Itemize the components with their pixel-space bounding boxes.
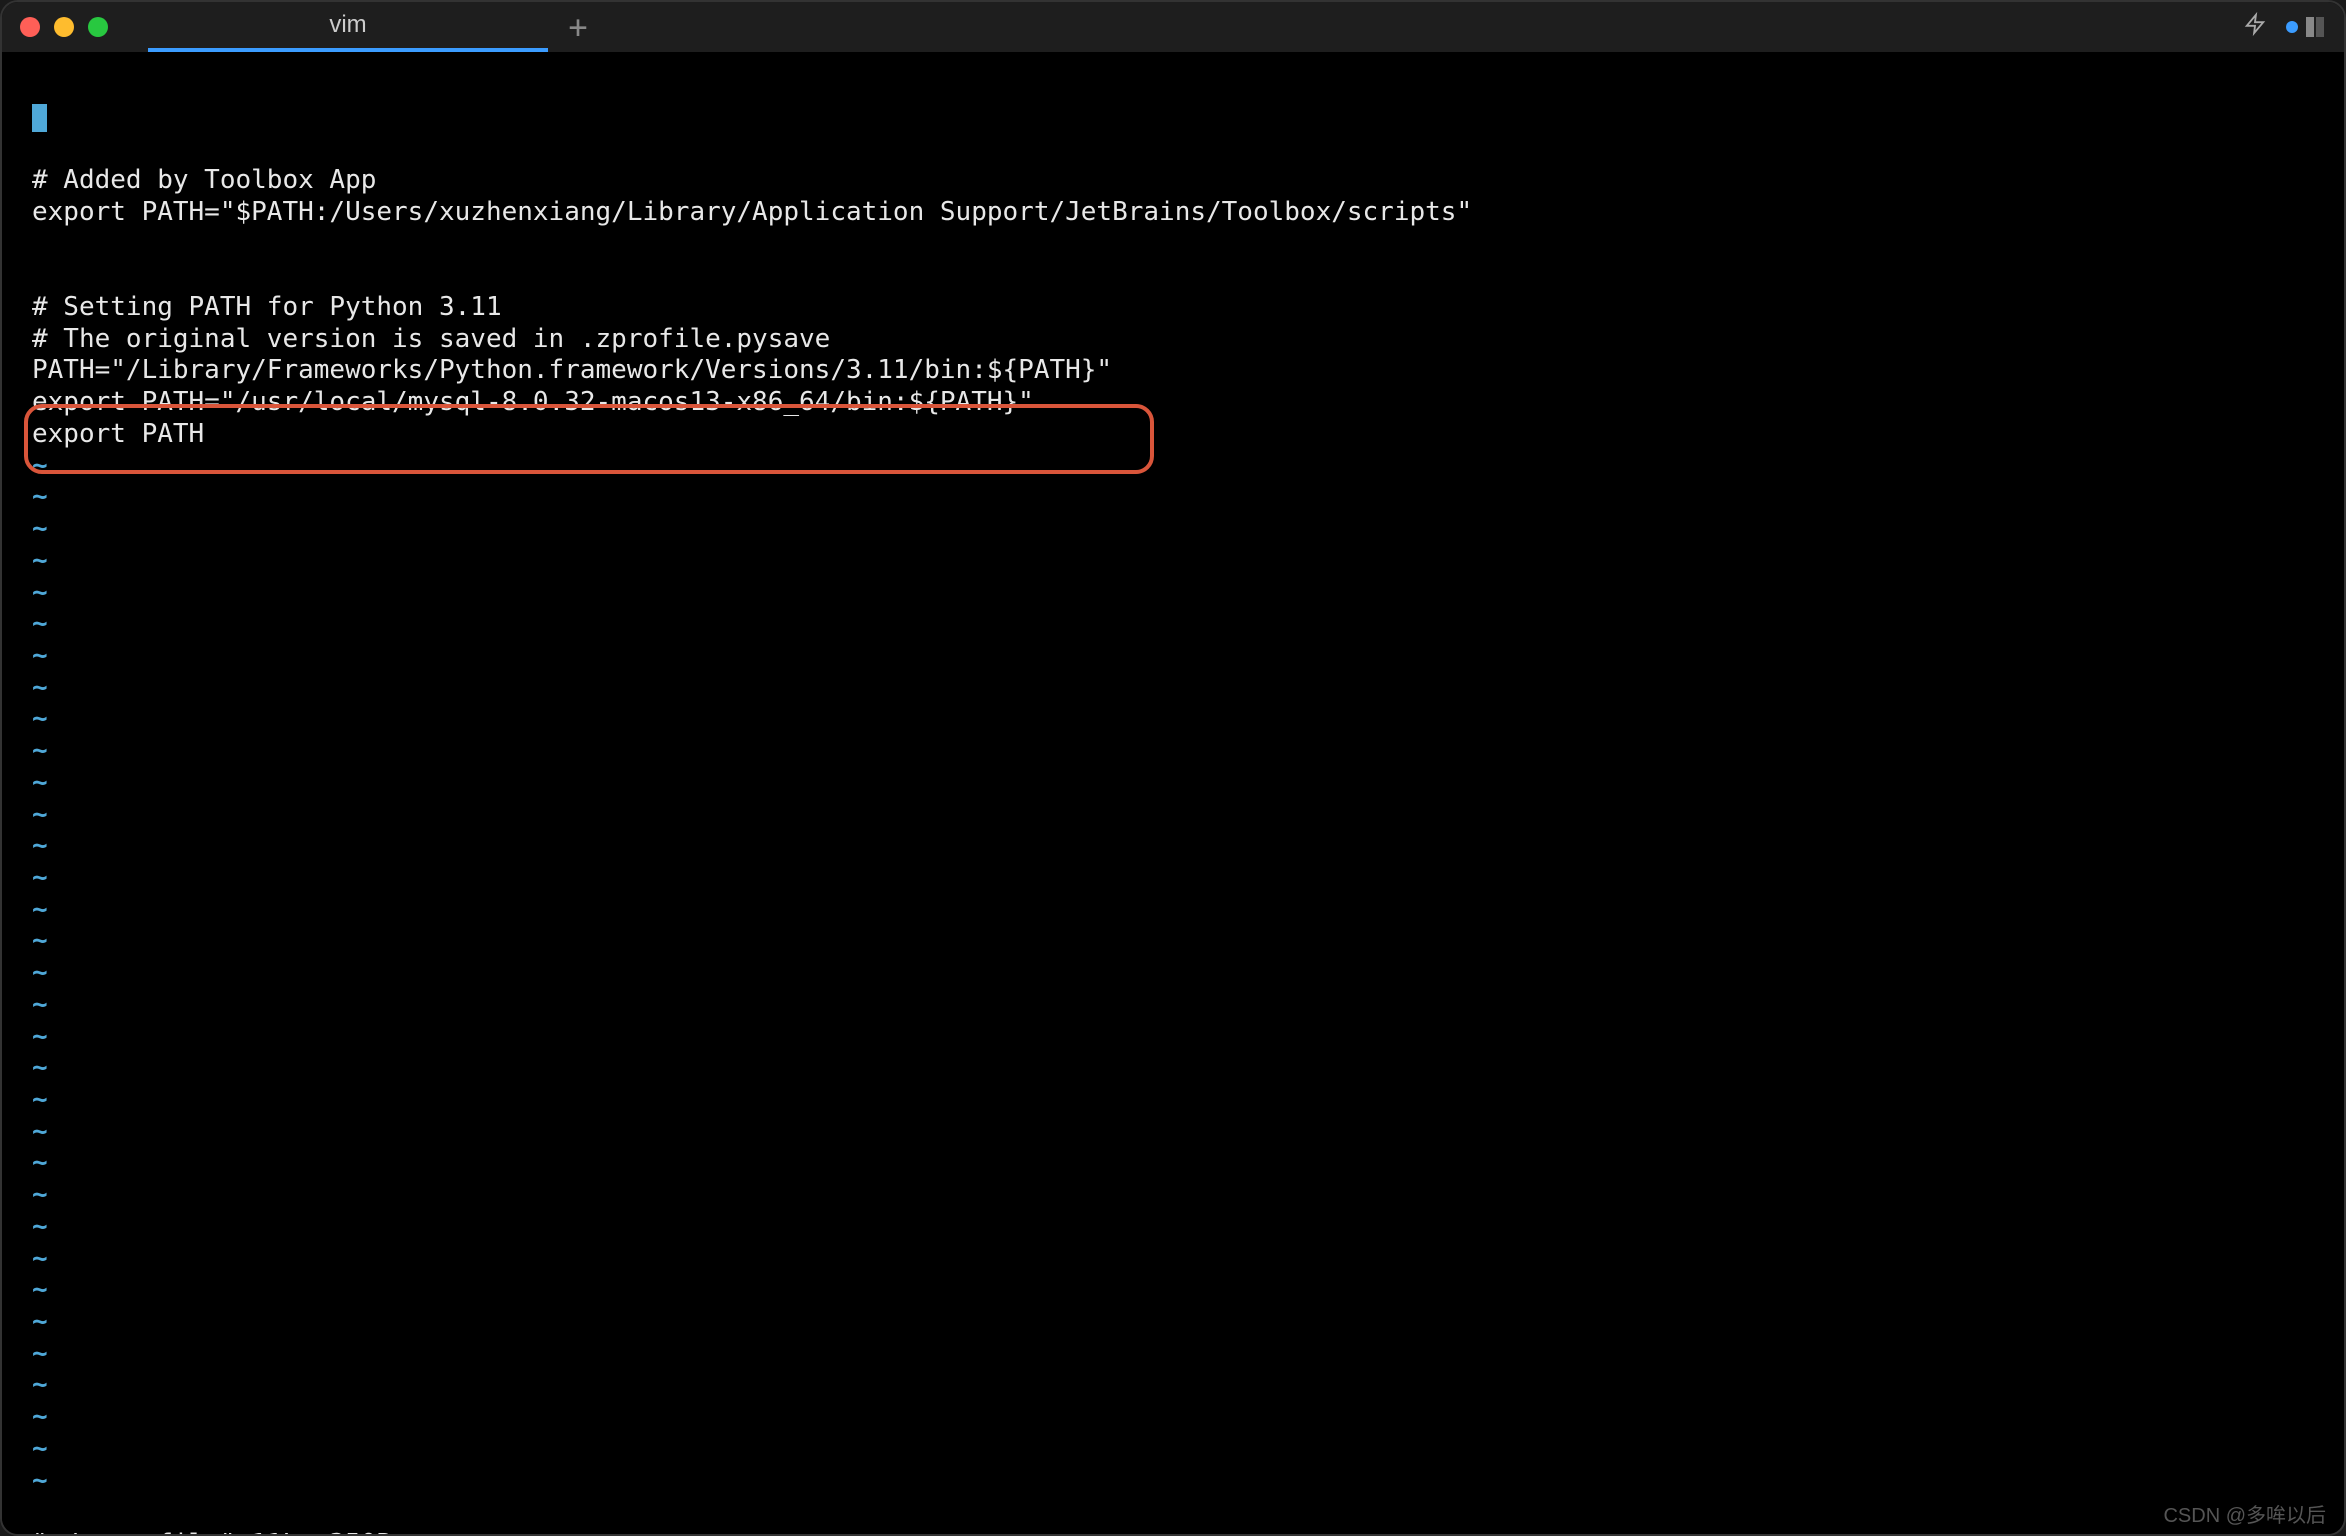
editor-line: # Setting PATH for Python 3.11 xyxy=(32,292,502,322)
empty-line-tilde: ~ xyxy=(32,704,48,734)
editor-line: PATH="/Library/Frameworks/Python.framewo… xyxy=(32,355,1112,385)
watermark: CSDN @多哞以后 xyxy=(2163,1499,2326,1528)
empty-line-tilde: ~ xyxy=(32,1244,48,1274)
sync-bars-icon xyxy=(2306,17,2324,37)
traffic-lights xyxy=(20,17,108,37)
empty-line-tilde: ~ xyxy=(32,768,48,798)
sync-indicator[interactable] xyxy=(2286,17,2324,37)
new-tab-button[interactable]: + xyxy=(548,2,608,52)
empty-line-tilde: ~ xyxy=(32,1212,48,1242)
bolt-icon[interactable] xyxy=(2244,11,2266,44)
empty-line-tilde: ~ xyxy=(32,1117,48,1147)
empty-line-tilde: ~ xyxy=(32,1434,48,1464)
terminal-body[interactable]: # Added by Toolbox App export PATH="$PAT… xyxy=(2,52,2344,1534)
empty-line-tilde: ~ xyxy=(32,482,48,512)
plus-icon: + xyxy=(568,8,587,46)
empty-line-tilde: ~ xyxy=(32,1370,48,1400)
empty-line-tilde: ~ xyxy=(32,800,48,830)
empty-line-tilde: ~ xyxy=(32,641,48,671)
empty-line-tilde: ~ xyxy=(32,958,48,988)
sync-dot-icon xyxy=(2286,21,2298,33)
terminal-window: vim + # Added by Toolbox App export PATH… xyxy=(0,0,2346,1536)
empty-line-tilde: ~ xyxy=(32,1180,48,1210)
titlebar-right xyxy=(2244,11,2324,44)
vim-status-line: "~/.zprofile" 11L, 350B xyxy=(32,1529,392,1534)
empty-line-tilde: ~ xyxy=(32,1402,48,1432)
close-window-button[interactable] xyxy=(20,17,40,37)
empty-line-tilde: ~ xyxy=(32,609,48,639)
tab-label: vim xyxy=(329,11,366,39)
empty-line-tilde: ~ xyxy=(32,546,48,576)
empty-line-tilde: ~ xyxy=(32,1053,48,1083)
tabs-container: vim + xyxy=(148,2,608,52)
empty-line-tilde: ~ xyxy=(32,990,48,1020)
maximize-window-button[interactable] xyxy=(88,17,108,37)
titlebar: vim + xyxy=(2,2,2344,52)
empty-line-tilde: ~ xyxy=(32,1022,48,1052)
cursor xyxy=(32,104,47,132)
editor-line: # Added by Toolbox App xyxy=(32,165,376,195)
empty-line-tilde: ~ xyxy=(32,1148,48,1178)
empty-line-tilde: ~ xyxy=(32,578,48,608)
empty-line-tilde: ~ xyxy=(32,514,48,544)
empty-line-tilde: ~ xyxy=(32,926,48,956)
empty-line-tilde: ~ xyxy=(32,863,48,893)
empty-line-tilde: ~ xyxy=(32,1307,48,1337)
empty-line-tilde: ~ xyxy=(32,831,48,861)
empty-line-tilde: ~ xyxy=(32,1275,48,1305)
empty-line-tilde: ~ xyxy=(32,736,48,766)
empty-line-tilde: ~ xyxy=(32,1466,48,1496)
empty-line-tilde: ~ xyxy=(32,451,48,481)
editor-line: # The original version is saved in .zpro… xyxy=(32,324,830,354)
editor-line: export PATH="/usr/local/mysql-8.0.32-mac… xyxy=(32,387,1034,417)
empty-line-tilde: ~ xyxy=(32,895,48,925)
editor-line: export PATH="$PATH:/Users/xuzhenxiang/Li… xyxy=(32,197,1472,227)
empty-line-tilde: ~ xyxy=(32,1085,48,1115)
minimize-window-button[interactable] xyxy=(54,17,74,37)
tab-vim[interactable]: vim xyxy=(148,2,548,52)
empty-line-tilde: ~ xyxy=(32,1339,48,1369)
editor-line: export PATH xyxy=(32,419,204,449)
empty-line-tilde: ~ xyxy=(32,673,48,703)
